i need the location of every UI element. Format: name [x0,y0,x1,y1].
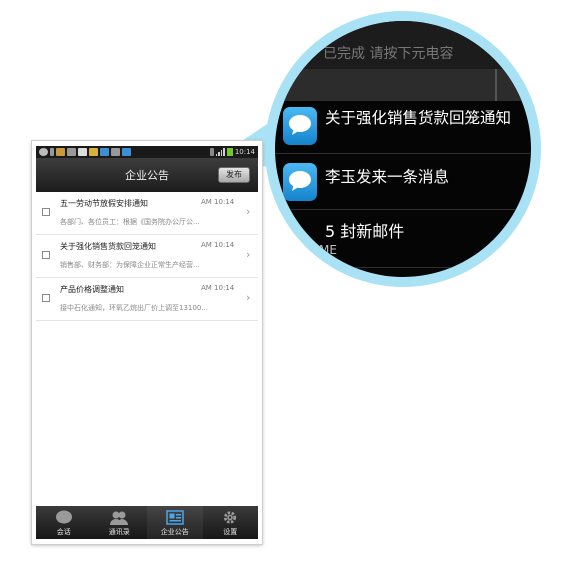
battery-icon [226,148,233,156]
chat-bubble-icon [55,510,72,524]
chat-bubble-icon [283,163,317,201]
app-header: 企业公告 发布 [36,158,258,192]
bottom-tab-bar: 会话 通讯录 企业公告 设置 [36,506,258,539]
image-icon [111,148,120,156]
signal-icon [215,148,225,156]
item-checkbox[interactable] [42,294,50,302]
list-item[interactable]: 五一劳动节放假安排通知 AM 10:14 各部门、各位员工：根据《国务院办公厅公… [36,192,258,235]
chevron-right-icon: › [246,291,251,304]
zoom-notification-2[interactable]: 李玉发来一条消息 [325,165,449,187]
tab-label: 企业公告 [160,528,189,536]
announcement-list: 五一劳动节放假安排通知 AM 10:14 各部门、各位员工：根据《国务院办公厅公… [36,192,258,321]
tab-settings[interactable]: 设置 [203,506,259,539]
item-snippet: 销售部、财务部：为保障企业正常生产经营... [60,261,200,269]
item-snippet: 各部门、各位员工：根据《国务院办公厅公... [60,218,200,226]
item-checkbox[interactable] [42,208,50,216]
zoom-divider [275,267,531,268]
zoom-notification-3[interactable]: 5 封新邮件 [325,218,404,242]
zoom-notification-3-sub: ME [319,243,337,257]
notice-board-icon [166,510,184,525]
mail-icon [78,148,87,156]
phone-screen: 10:14 企业公告 发布 五一劳动节放假安排通知 AM 10:14 各部门、各… [32,141,262,544]
chevron-right-icon: › [246,248,251,261]
plus-icon [39,148,48,156]
gear-icon [224,511,237,524]
chat-icon [100,148,109,156]
notification-shade: 已完成 请按下元电容 关于强化销售货款回笼通知 李玉发来一条消息 5 封新邮件 … [275,21,531,277]
item-title: 产品价格调整通知 [60,285,124,294]
item-snippet: 接中石化通知，环氧乙烷出厂价上调至13100... [60,304,208,312]
item-time: AM 10:14 [201,284,235,292]
chat-bubble-icon [283,107,317,145]
tab-chat[interactable]: 会话 [36,506,92,539]
zoom-top-text: 已完成 请按下元电容 [323,46,454,62]
tab-label: 设置 [223,528,238,536]
chat-icon [122,148,131,156]
publish-button[interactable]: 发布 [218,167,250,183]
image-icon [67,148,76,156]
chevron-right-icon: › [246,205,251,218]
tab-contacts[interactable]: 通讯录 [92,506,148,539]
list-item[interactable]: 关于强化销售货款回笼通知 AM 10:14 销售部、财务部：为保障企业正常生产经… [36,235,258,278]
item-title: 关于强化销售货款回笼通知 [60,242,156,251]
bag-icon [56,148,65,156]
bluetooth-icon [209,148,214,156]
app-icon [89,148,98,156]
item-checkbox[interactable] [42,251,50,259]
tab-announcements[interactable]: 企业公告 [147,506,203,539]
zoom-divider [275,153,531,154]
tab-label: 会话 [56,528,71,536]
status-time: 10:14 [234,148,255,156]
status-bar: 10:14 [36,146,258,158]
contacts-icon [110,511,129,525]
list-item[interactable]: 产品价格调整通知 AM 10:14 接中石化通知，环氧乙烷出厂价上调至13100… [36,278,258,321]
item-time: AM 10:14 [201,198,235,206]
zoom-notification-1[interactable]: 关于强化销售货款回笼通知 [325,106,511,128]
zoom-tab-divider [495,69,497,101]
notification-zoom-magnifier: 已完成 请按下元电容 关于强化销售货款回笼通知 李玉发来一条消息 5 封新邮件 … [265,11,541,287]
tab-label: 通讯录 [108,528,130,536]
usb-icon [50,148,54,156]
item-time: AM 10:14 [201,241,235,249]
item-title: 五一劳动节放假安排通知 [60,199,148,208]
zoom-divider [275,209,531,210]
zoom-top-tabs [275,69,531,101]
